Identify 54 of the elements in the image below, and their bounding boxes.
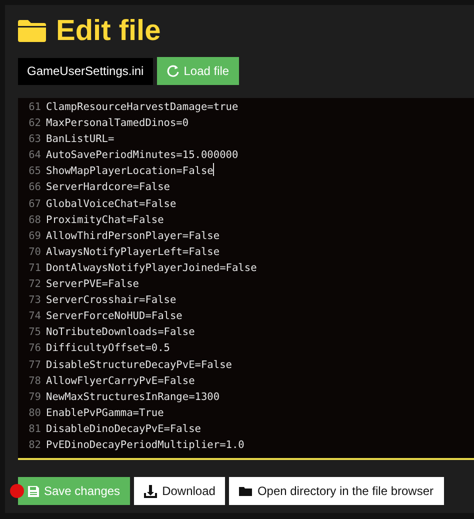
download-button[interactable]: Download	[134, 477, 226, 505]
code-line: MaxPersonalTamedDinos=0	[46, 116, 189, 132]
text-cursor	[213, 163, 214, 176]
page-title: Edit file	[56, 14, 161, 49]
line-number: 67	[28, 196, 42, 212]
line-number: 71	[28, 260, 42, 276]
folder-icon	[239, 486, 252, 496]
code-line: DisableDinoDecayPvE=False	[46, 422, 201, 437]
code-line: ServerHardcore=False	[46, 180, 170, 196]
code-line: DisableStructureDecayPvE=False	[46, 358, 232, 372]
code-line: AllowThirdPersonPlayer=False	[46, 228, 220, 244]
code-line: DontAlwaysNotifyPlayerJoined=False	[46, 260, 257, 276]
refresh-icon	[166, 65, 179, 77]
line-number: 72	[28, 277, 42, 292]
download-icon	[144, 484, 158, 498]
code-line: ServerPVE=False	[46, 277, 139, 292]
line-number: 68	[28, 212, 42, 228]
line-number: 65	[28, 164, 42, 180]
code-line: AutoSavePeriodMinutes=15.000000	[46, 148, 238, 164]
code-editor[interactable]	[18, 98, 474, 460]
code-line: ProximityChat=False	[46, 212, 164, 228]
line-number: 79	[28, 390, 42, 405]
code-line: NewMaxStructuresInRange=1300	[46, 390, 220, 405]
line-number: 70	[28, 244, 42, 260]
line-number: 82	[28, 438, 42, 453]
file-name-label: GameUserSettings.ini	[18, 58, 153, 84]
code-line: ServerForceNoHUD=False	[46, 309, 182, 324]
code-line: EnablePvPGamma=True	[46, 406, 164, 421]
folder-icon	[18, 20, 46, 42]
line-number: 73	[28, 293, 42, 308]
code-line: ClampResourceHarvestDamage=true	[46, 100, 238, 115]
code-line: DifficultyOffset=0.5	[46, 341, 170, 356]
code-line: NoTributeDownloads=False	[46, 325, 195, 340]
line-number: 64	[28, 148, 42, 164]
code-line: AllowFlyerCarryPvE=False	[46, 374, 195, 389]
line-number: 61	[28, 100, 42, 115]
line-number: 66	[28, 180, 42, 196]
code-line: GlobalVoiceChat=False	[46, 196, 176, 212]
line-number: 77	[28, 358, 42, 372]
line-number: 78	[28, 374, 42, 389]
line-number: 69	[28, 228, 42, 244]
line-number: 75	[28, 325, 42, 340]
open-directory-button[interactable]: Open directory in the file browser	[229, 477, 444, 505]
line-number: 74	[28, 309, 42, 324]
code-line: ShowMapPlayerLocation=False	[46, 164, 214, 180]
code-line: ServerCrosshair=False	[46, 293, 176, 308]
line-number: 62	[28, 116, 42, 132]
code-line: AlwaysNotifyPlayerLeft=False	[46, 244, 220, 260]
line-number: 81	[28, 422, 42, 437]
line-number: 76	[28, 341, 42, 356]
line-number: 63	[28, 132, 42, 148]
code-line: PvEDinoDecayPeriodMultiplier=1.0	[46, 438, 244, 453]
line-number: 80	[28, 406, 42, 421]
code-line: BanListURL=	[46, 132, 114, 148]
